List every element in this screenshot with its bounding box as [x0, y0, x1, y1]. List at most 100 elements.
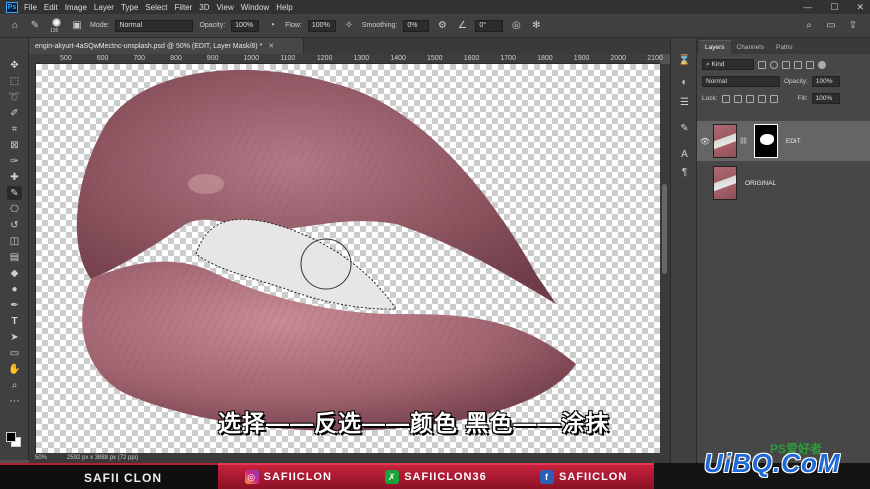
hand-tool-icon[interactable]: ✋ [7, 362, 22, 376]
frame-tool-icon[interactable]: ⊠ [7, 138, 22, 152]
history-brush-tool-icon[interactable]: ↺ [7, 218, 22, 232]
document-tab[interactable]: engin-akyurt-4aSQwMectnc-unsplash.psd @ … [29, 38, 304, 54]
brush-tool-icon[interactable]: ✎ [28, 19, 42, 33]
vertical-scrollbar[interactable] [660, 64, 670, 453]
minimize-icon[interactable]: — [803, 2, 812, 12]
menu-edit[interactable]: Edit [44, 3, 58, 12]
pressure-size-icon[interactable]: ◎ [509, 19, 523, 33]
eraser-tool-icon[interactable]: ◫ [7, 234, 22, 248]
banner-left-block: SAFII CLON [0, 463, 218, 489]
airbrush-icon[interactable]: ✧ [342, 19, 356, 33]
menu-image[interactable]: Image [65, 3, 87, 12]
layer-filter-row: ⌕ Kind [697, 56, 870, 73]
smoothing-field[interactable]: 0% [403, 19, 430, 32]
gradient-tool-icon[interactable]: ▤ [7, 250, 22, 264]
lock-transparent-icon[interactable] [721, 94, 730, 103]
lock-artboard-icon[interactable] [757, 94, 766, 103]
marquee-tool-icon[interactable]: ⬚ [7, 74, 22, 88]
menu-3d[interactable]: 3D [199, 3, 209, 12]
adjustments-panel-icon[interactable]: ◐ [678, 76, 691, 89]
smoothing-settings-icon[interactable]: ⚙ [435, 19, 449, 33]
crop-tool-icon[interactable]: ⌗ [7, 122, 22, 136]
share-icon[interactable]: ⇪ [846, 18, 860, 32]
document-tab-title: engin-akyurt-4aSQwMectnc-unsplash.psd @ … [35, 42, 263, 50]
move-tool-icon[interactable]: ✥ [7, 58, 22, 72]
clone-stamp-tool-icon[interactable]: ⎔ [7, 202, 22, 216]
menu-layer[interactable]: Layer [94, 3, 114, 12]
layer-row-edit[interactable]: 👁 ⛓ EDIT [697, 121, 870, 161]
search-icon[interactable]: ⌕ [802, 18, 816, 32]
layer-row-original[interactable]: ORIGINAL [697, 163, 870, 203]
instagram-icon: ◎ [244, 470, 259, 484]
visibility-eye-icon[interactable]: 👁 [697, 137, 713, 146]
lasso-tool-icon[interactable]: ➰ [7, 90, 22, 104]
tab-channels[interactable]: Channels [731, 40, 770, 54]
opacity-field[interactable]: 100% [231, 19, 260, 32]
mask-link-icon[interactable]: ⛓ [739, 137, 748, 145]
layer-mask-thumbnail[interactable] [753, 124, 778, 158]
menu-view[interactable]: View [217, 3, 234, 12]
angle-field[interactable]: 0° [475, 19, 504, 32]
mode-select[interactable]: Normal [115, 19, 194, 32]
scrollbar-thumb[interactable] [662, 184, 667, 274]
shape-filter-icon[interactable] [794, 60, 802, 69]
healing-brush-tool-icon[interactable]: ✚ [7, 170, 22, 184]
character-panel-icon[interactable]: A [678, 148, 691, 161]
menu-file[interactable]: File [24, 3, 37, 12]
blend-mode-select[interactable]: Normal [702, 76, 780, 87]
type-filter-icon[interactable] [782, 60, 790, 69]
lock-position-icon[interactable] [745, 94, 754, 103]
ruler-tick-label: 1700 [500, 55, 516, 62]
layer-kind-filter[interactable]: ⌕ Kind [702, 59, 754, 70]
brush-tool-icon-active[interactable]: ✎ [7, 186, 22, 200]
filter-toggle-icon[interactable] [818, 60, 826, 69]
pen-tool-icon[interactable]: ✒ [7, 298, 22, 312]
menu-filter[interactable]: Filter [175, 3, 193, 12]
layer-opacity-field[interactable]: 100% [811, 76, 840, 87]
flow-field[interactable]: 100% [307, 19, 336, 32]
menu-window[interactable]: Window [241, 3, 269, 12]
ruler-tick-label: 600 [96, 55, 109, 62]
tab-paths[interactable]: Paths [770, 40, 799, 54]
menu-select[interactable]: Select [145, 3, 167, 12]
type-tool-icon[interactable]: T [7, 314, 22, 328]
path-selection-tool-icon[interactable]: ➤ [7, 330, 22, 344]
lock-all-icon[interactable] [769, 94, 778, 103]
close-icon[interactable]: ✕ [856, 2, 864, 13]
brush-panel-icon[interactable]: ✎ [678, 122, 691, 135]
home-icon[interactable]: ⌂ [8, 19, 22, 33]
zoom-tool-icon[interactable]: ⌕ [7, 378, 22, 392]
more-tools-icon[interactable]: ⋯ [7, 394, 22, 408]
xbox-link: ✗ SAFIICLON36 [385, 470, 487, 484]
lock-pixels-icon[interactable] [733, 94, 742, 103]
dodge-tool-icon[interactable]: ● [7, 282, 22, 296]
smart-object-filter-icon[interactable] [806, 60, 814, 69]
blur-tool-icon[interactable]: ◆ [7, 266, 22, 280]
facebook-icon: f [540, 470, 555, 484]
properties-panel-icon[interactable]: ☰ [678, 96, 691, 109]
maximize-icon[interactable]: ☐ [830, 2, 838, 13]
brush-preset-picker[interactable]: 136 [48, 17, 64, 35]
symmetry-icon[interactable]: ✻ [529, 19, 543, 33]
menu-help[interactable]: Help [276, 3, 292, 12]
history-panel-icon[interactable]: ⌛ [678, 54, 691, 67]
ruler-tick-label: 1200 [316, 55, 333, 62]
quick-selection-tool-icon[interactable]: ✐ [7, 106, 22, 120]
rectangle-tool-icon[interactable]: ▭ [7, 346, 22, 360]
paragraph-panel-icon[interactable]: ¶ [678, 166, 691, 179]
vertical-ruler [29, 64, 36, 453]
document-canvas[interactable] [36, 64, 660, 453]
zoom-level[interactable]: 50% [35, 455, 47, 461]
brush-settings-icon[interactable]: ▣ [70, 19, 84, 33]
workspace-icon[interactable]: ▭ [824, 18, 838, 32]
tab-layers[interactable]: Layers [699, 40, 731, 54]
menu-type[interactable]: Type [121, 3, 138, 12]
fill-field[interactable]: 100% [811, 93, 840, 104]
eyedropper-tool-icon[interactable]: ✑ [7, 154, 22, 168]
brush-tip-icon [52, 17, 61, 27]
tab-close-icon[interactable]: ✕ [268, 42, 274, 50]
pixel-filter-icon[interactable] [758, 60, 766, 69]
pressure-opacity-icon[interactable]: ◔ [265, 19, 279, 33]
foreground-color-swatch[interactable] [6, 432, 16, 442]
adjustment-filter-icon[interactable] [770, 60, 778, 69]
